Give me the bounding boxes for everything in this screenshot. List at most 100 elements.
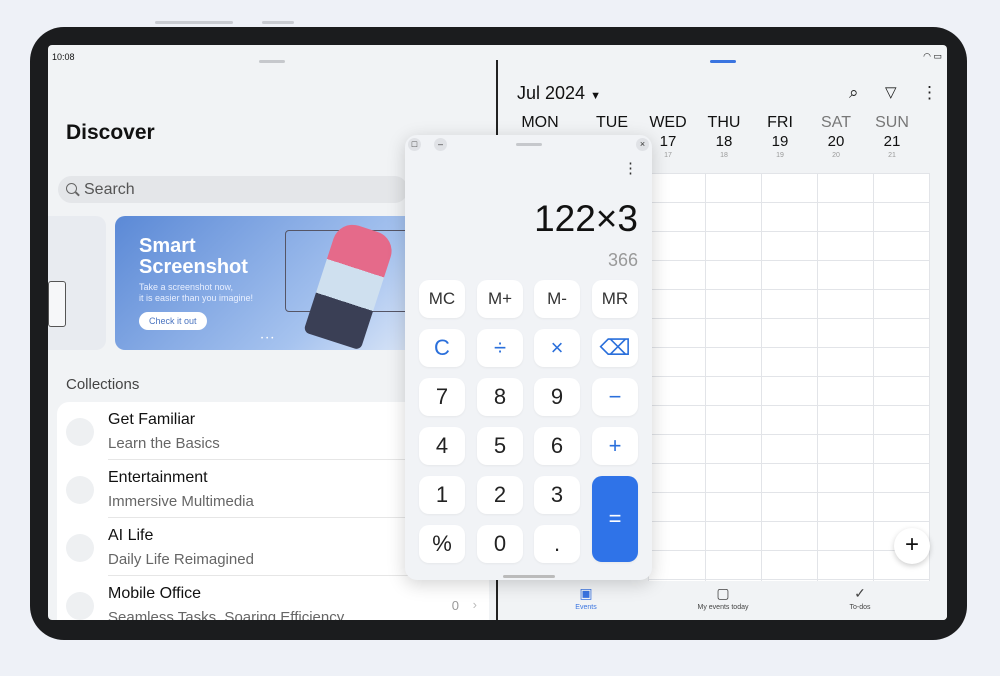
- item-title: Mobile Office: [108, 585, 202, 602]
- lightbulb-icon: [66, 534, 94, 562]
- key-8[interactable]: 8: [477, 378, 523, 416]
- equals-button[interactable]: =: [592, 476, 638, 562]
- briefcase-icon: [66, 592, 94, 620]
- calculator-window: □ – × ⋮ 122×3 366 MC M+ M- MR C ÷ × ⌫ 7 8 9− 4 5 6 +1 2…: [405, 135, 652, 580]
- nav-my-events-today[interactable]: ▢ My events today: [663, 585, 783, 611]
- window-handle-active[interactable]: [710, 60, 736, 63]
- item-subtitle: Seamless Tasks, Soaring Efficiency: [108, 609, 345, 620]
- month-label: Jul 2024: [517, 83, 586, 103]
- date-cell[interactable]: 19 19: [752, 133, 808, 163]
- key-mminus[interactable]: M-: [534, 280, 580, 318]
- check-it-out-button[interactable]: Check it out: [139, 312, 207, 330]
- key-6[interactable]: 6: [534, 427, 580, 465]
- more-icon[interactable]: ⋮: [921, 83, 938, 103]
- date-number: 17: [659, 133, 677, 150]
- search-input[interactable]: Search: [58, 176, 408, 203]
- list-item[interactable]: Mobile Office Seamless Tasks, Soaring Eff…: [57, 576, 489, 620]
- key-mr[interactable]: MR: [592, 280, 638, 318]
- item-title: AI Life: [108, 527, 154, 544]
- close-icon[interactable]: ×: [636, 138, 649, 151]
- more-icon[interactable]: ⋮: [623, 159, 638, 177]
- key-percent[interactable]: %: [419, 525, 465, 563]
- calendar-grid[interactable]: [648, 173, 930, 581]
- carousel-dots[interactable]: •••: [261, 336, 276, 342]
- date-cell[interactable]: 18 18: [696, 133, 752, 163]
- weekday-sun: SUN: [875, 114, 909, 131]
- search-icon[interactable]: ⌕: [849, 83, 859, 103]
- date-cell[interactable]: 21 21: [864, 133, 920, 163]
- key-clear[interactable]: C: [419, 329, 465, 367]
- item-title: Get Familiar: [108, 411, 196, 428]
- power-button: [262, 21, 294, 24]
- banner-subtitle: Take a screenshot now,: [139, 282, 234, 292]
- chevron-right-icon: ›: [472, 597, 477, 612]
- bottom-handle[interactable]: [503, 575, 555, 578]
- item-subtitle: Immersive Multimedia: [108, 493, 254, 510]
- weekday-mon: MON: [521, 114, 559, 131]
- item-count: 0: [451, 598, 459, 613]
- weekday-tue: TUE: [596, 114, 628, 131]
- key-5[interactable]: 5: [477, 427, 523, 465]
- key-3[interactable]: 3: [534, 476, 580, 514]
- maximize-icon[interactable]: □: [408, 138, 421, 151]
- volume-button: [155, 21, 233, 24]
- nav-label: Events: [575, 604, 597, 611]
- result-display: 366: [607, 250, 638, 270]
- page-title: Discover: [66, 121, 155, 144]
- search-placeholder: Search: [84, 181, 135, 198]
- key-backspace[interactable]: ⌫: [592, 329, 638, 367]
- item-title: Entertainment: [108, 469, 208, 486]
- check-circle-icon: ✓: [854, 585, 866, 601]
- nav-label: To-dos: [849, 604, 871, 611]
- key-plus[interactable]: +: [592, 427, 638, 465]
- minimize-icon[interactable]: –: [434, 138, 447, 151]
- date-number: 21: [883, 133, 901, 150]
- date-number: 19: [771, 133, 789, 150]
- date-sub: 21: [888, 152, 896, 159]
- key-1[interactable]: 1: [419, 476, 465, 514]
- search-icon: [66, 183, 77, 194]
- bottom-nav: ▣ Events ▢ My events today ✓ To-dos: [500, 581, 947, 620]
- weekday-sat: SAT: [821, 114, 851, 131]
- side-handle[interactable]: [48, 281, 66, 327]
- key-decimal[interactable]: .: [534, 525, 580, 563]
- key-7[interactable]: 7: [419, 378, 465, 416]
- nav-todos[interactable]: ✓ To-dos: [800, 585, 920, 611]
- date-sub: 18: [720, 152, 728, 159]
- window-handle[interactable]: [259, 60, 285, 63]
- filter-icon[interactable]: ▽: [885, 83, 897, 101]
- calendar-day-icon: ▢: [716, 585, 730, 601]
- key-mplus[interactable]: M+: [477, 280, 523, 318]
- key-multiply[interactable]: ×: [534, 329, 580, 367]
- weekday-thu: THU: [707, 114, 741, 131]
- key-minus[interactable]: −: [592, 378, 638, 416]
- banner-subtitle-2: it is easier than you imagine!: [139, 293, 254, 303]
- key-divide[interactable]: ÷: [477, 329, 523, 367]
- date-number: 20: [827, 133, 845, 150]
- key-0[interactable]: 0: [477, 525, 523, 563]
- item-subtitle: Learn the Basics: [108, 435, 220, 452]
- banner-smart-screenshot[interactable]: Smart Screenshot Take a screenshot now, it…: [115, 216, 415, 350]
- key-4[interactable]: 4: [419, 427, 465, 465]
- window-handle[interactable]: [516, 143, 542, 146]
- date-cell[interactable]: 20 20: [808, 133, 864, 163]
- weekday-wed: WED: [649, 114, 687, 131]
- film-reel-icon: [66, 476, 94, 504]
- key-2[interactable]: 2: [477, 476, 523, 514]
- screen: 10:08 ◠ ▭ Discover Search Smart Screensho…: [48, 45, 947, 620]
- item-subtitle: Daily Life Reimagined: [108, 551, 254, 568]
- date-number: 18: [715, 133, 733, 150]
- nav-events[interactable]: ▣ Events: [526, 585, 646, 611]
- nav-label: My events today: [697, 604, 749, 611]
- month-selector[interactable]: Jul 2024 ▼: [517, 83, 601, 104]
- banner-title: Smart: [139, 235, 196, 257]
- caret-down-icon: ▼: [590, 90, 601, 102]
- add-event-button[interactable]: +: [894, 528, 930, 564]
- collections-label: Collections: [66, 376, 140, 393]
- expression-display: 122×3: [534, 198, 638, 239]
- key-9[interactable]: 9: [534, 378, 580, 416]
- date-sub: 19: [776, 152, 784, 159]
- banner-title-2: Screenshot: [139, 256, 248, 278]
- status-time: 10:08: [52, 52, 75, 62]
- key-mc[interactable]: MC: [419, 280, 465, 318]
